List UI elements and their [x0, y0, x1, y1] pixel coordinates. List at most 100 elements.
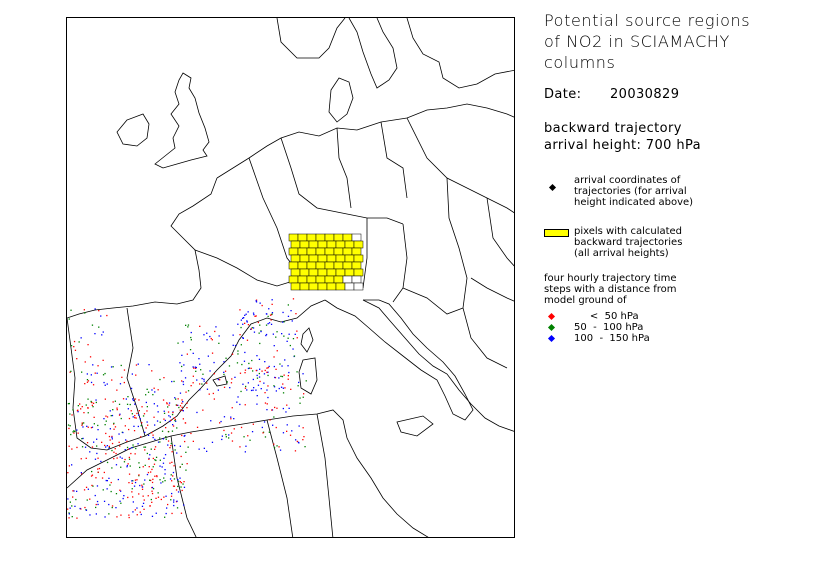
trajectory-dot	[299, 397, 301, 399]
trajectory-pixel	[326, 240, 337, 249]
trajectory-dot	[267, 367, 269, 369]
trajectory-dot	[163, 412, 166, 414]
trajectory-dot	[84, 506, 86, 509]
trajectory-dot	[201, 377, 203, 380]
trajectory-dot	[97, 365, 99, 367]
trajectory-dot	[234, 376, 236, 378]
trajectory-pixel	[315, 247, 326, 256]
trajectory-dot	[71, 505, 73, 507]
trajectory-dot	[255, 315, 257, 317]
trajectory-dot	[252, 370, 254, 372]
trajectory-dot	[152, 436, 154, 439]
trajectory-dot	[129, 465, 131, 467]
trajectory-dot	[247, 311, 249, 313]
trajectory-dot	[111, 449, 113, 452]
trajectory-dot	[142, 415, 145, 417]
trajectory-dot	[279, 449, 282, 451]
trajectory-type: backward trajectory	[544, 121, 682, 136]
trajectory-dot	[171, 430, 174, 432]
trajectory-dot	[192, 382, 194, 384]
trajectory-pixel	[288, 275, 299, 284]
trajectory-dot	[302, 396, 304, 398]
trajectory-dot	[93, 416, 95, 418]
trajectory-dot	[102, 489, 104, 491]
trajectory-dot	[273, 416, 275, 418]
trajectory-dot	[181, 380, 183, 382]
trajectory-dot	[108, 503, 110, 506]
trajectory-dot	[134, 481, 137, 484]
trajectory-dot	[283, 321, 285, 323]
trajectory-dot	[183, 504, 185, 506]
trajectory-dot	[217, 389, 219, 391]
trajectory-dot	[255, 301, 258, 303]
trajectory-dot	[138, 410, 140, 412]
trajectory-dot	[104, 398, 106, 400]
trajectory-dot	[210, 420, 212, 422]
trajectory-dot	[187, 326, 189, 328]
trajectory-dot	[73, 340, 76, 343]
pressure-range-mid: 50 - 100 hPa	[574, 322, 644, 333]
trajectory-dot	[246, 389, 248, 391]
trajectory-dot	[114, 400, 116, 402]
trajectory-dot	[134, 403, 136, 405]
trajectory-dot	[96, 445, 98, 447]
trajectory-dot	[85, 404, 87, 406]
trajectory-dot	[86, 373, 88, 375]
trajectory-dot	[257, 384, 260, 386]
trajectory-dot	[74, 349, 77, 351]
trajectory-dot	[181, 463, 183, 465]
trajectory-dot	[78, 341, 80, 343]
trajectory-dot	[100, 460, 102, 463]
trajectory-dot	[196, 411, 198, 414]
date-label: Date:	[544, 87, 582, 102]
trajectory-dot	[123, 381, 125, 384]
trajectory-dot	[192, 352, 194, 354]
trajectory-dot	[190, 336, 192, 339]
trajectory-dot	[150, 498, 152, 501]
trajectory-dot	[196, 426, 199, 428]
trajectory-dot	[298, 425, 300, 427]
trajectory-dot	[120, 502, 122, 504]
trajectory-dot	[176, 404, 178, 406]
trajectory-dot	[124, 425, 126, 427]
trajectory-dot	[111, 467, 113, 469]
trajectory-dot	[192, 366, 194, 368]
trajectory-dot	[273, 365, 275, 368]
trajectory-dot	[266, 371, 268, 373]
trajectory-dot	[285, 411, 287, 413]
trajectory-dot	[90, 374, 92, 376]
trajectory-dot	[160, 482, 162, 484]
trajectory-dot	[101, 334, 103, 336]
trajectory-pixel	[306, 233, 317, 242]
map-title-line-1: Potential source regions	[544, 11, 751, 30]
trajectory-dot	[82, 437, 84, 440]
trajectory-dot	[297, 385, 299, 387]
trajectory-dot	[278, 377, 280, 379]
trajectory-dot	[174, 449, 176, 451]
sardinia	[298, 357, 318, 395]
trajectory-dot	[167, 431, 170, 433]
trajectory-dot	[124, 449, 126, 451]
trajectory-dot	[172, 411, 174, 414]
trajectory-dot	[113, 422, 115, 424]
trajectory-dot	[141, 406, 143, 408]
trajectory-dot	[84, 361, 86, 363]
trajectory-dot	[170, 495, 173, 497]
trajectory-dot	[112, 366, 114, 368]
trajectory-dot	[231, 378, 233, 380]
trajectory-dot	[132, 496, 134, 498]
trajectory-dot	[142, 502, 145, 504]
trajectory-dot	[179, 466, 181, 468]
trajectory-dot	[96, 485, 99, 487]
trajectory-dot	[261, 304, 263, 307]
trajectory-dot	[127, 496, 129, 499]
trajectory-dot	[121, 376, 123, 378]
trajectory-dot	[147, 434, 150, 436]
trajectory-dot	[181, 354, 183, 356]
trajectory-dot	[259, 368, 261, 370]
trajectory-dot	[165, 512, 167, 515]
trajectory-dot	[124, 458, 126, 461]
trajectory-dot	[142, 466, 144, 468]
trajectory-dot	[288, 371, 290, 374]
trajectory-pixel	[297, 233, 308, 242]
